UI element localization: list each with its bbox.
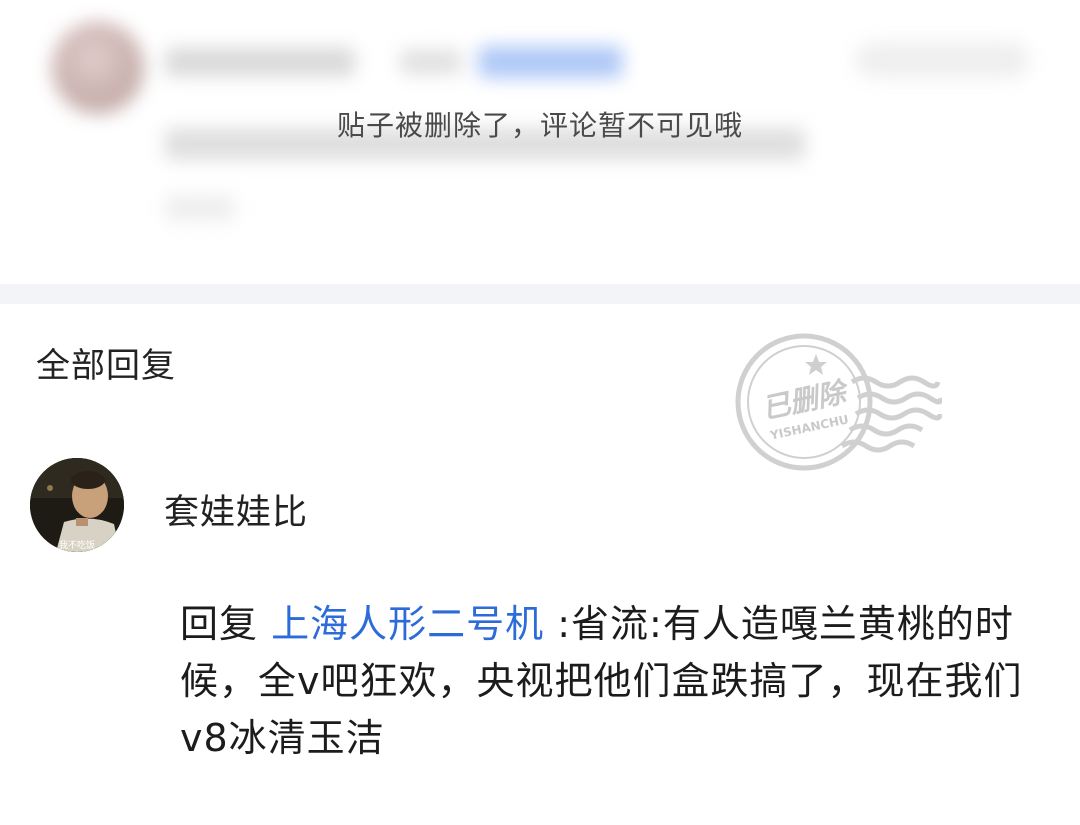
- avatar-caption: 我不吃饭: [59, 539, 95, 551]
- deleted-notice: 贴子被删除了，评论暂不可见哦: [336, 109, 743, 142]
- blurred-avatar: [52, 22, 144, 114]
- avatar-image: 我不吃饭: [30, 458, 124, 552]
- deleted-post-card: 贴子被删除了，评论暂不可见哦: [0, 0, 1080, 284]
- deleted-stamp-icon: 已删除 YISHANCHU: [735, 333, 942, 471]
- replies-section: 全部回复 已删除 YISHANCHU 我不吃饭 套娃娃比 回复 上海人形二号机 …: [0, 304, 1080, 825]
- section-divider: [0, 284, 1080, 304]
- blurred-username: [165, 48, 355, 76]
- reply-username[interactable]: 套娃娃比: [164, 484, 308, 535]
- blurred-follow-button: [855, 42, 1030, 78]
- blurred-post-meta: [165, 196, 235, 220]
- replies-title: 全部回复: [36, 346, 176, 386]
- reply-prefix: 回复: [180, 602, 259, 646]
- blurred-level: [400, 50, 462, 74]
- reply-content: 回复 上海人形二号机 :省流:有人造嘎兰黄桃的时候，全v吧狂欢，央视把他们盒跌搞…: [180, 596, 1060, 767]
- blurred-badge: [478, 46, 623, 78]
- avatar[interactable]: 我不吃饭: [30, 458, 124, 552]
- reply-mention-link[interactable]: 上海人形二号机: [271, 602, 544, 646]
